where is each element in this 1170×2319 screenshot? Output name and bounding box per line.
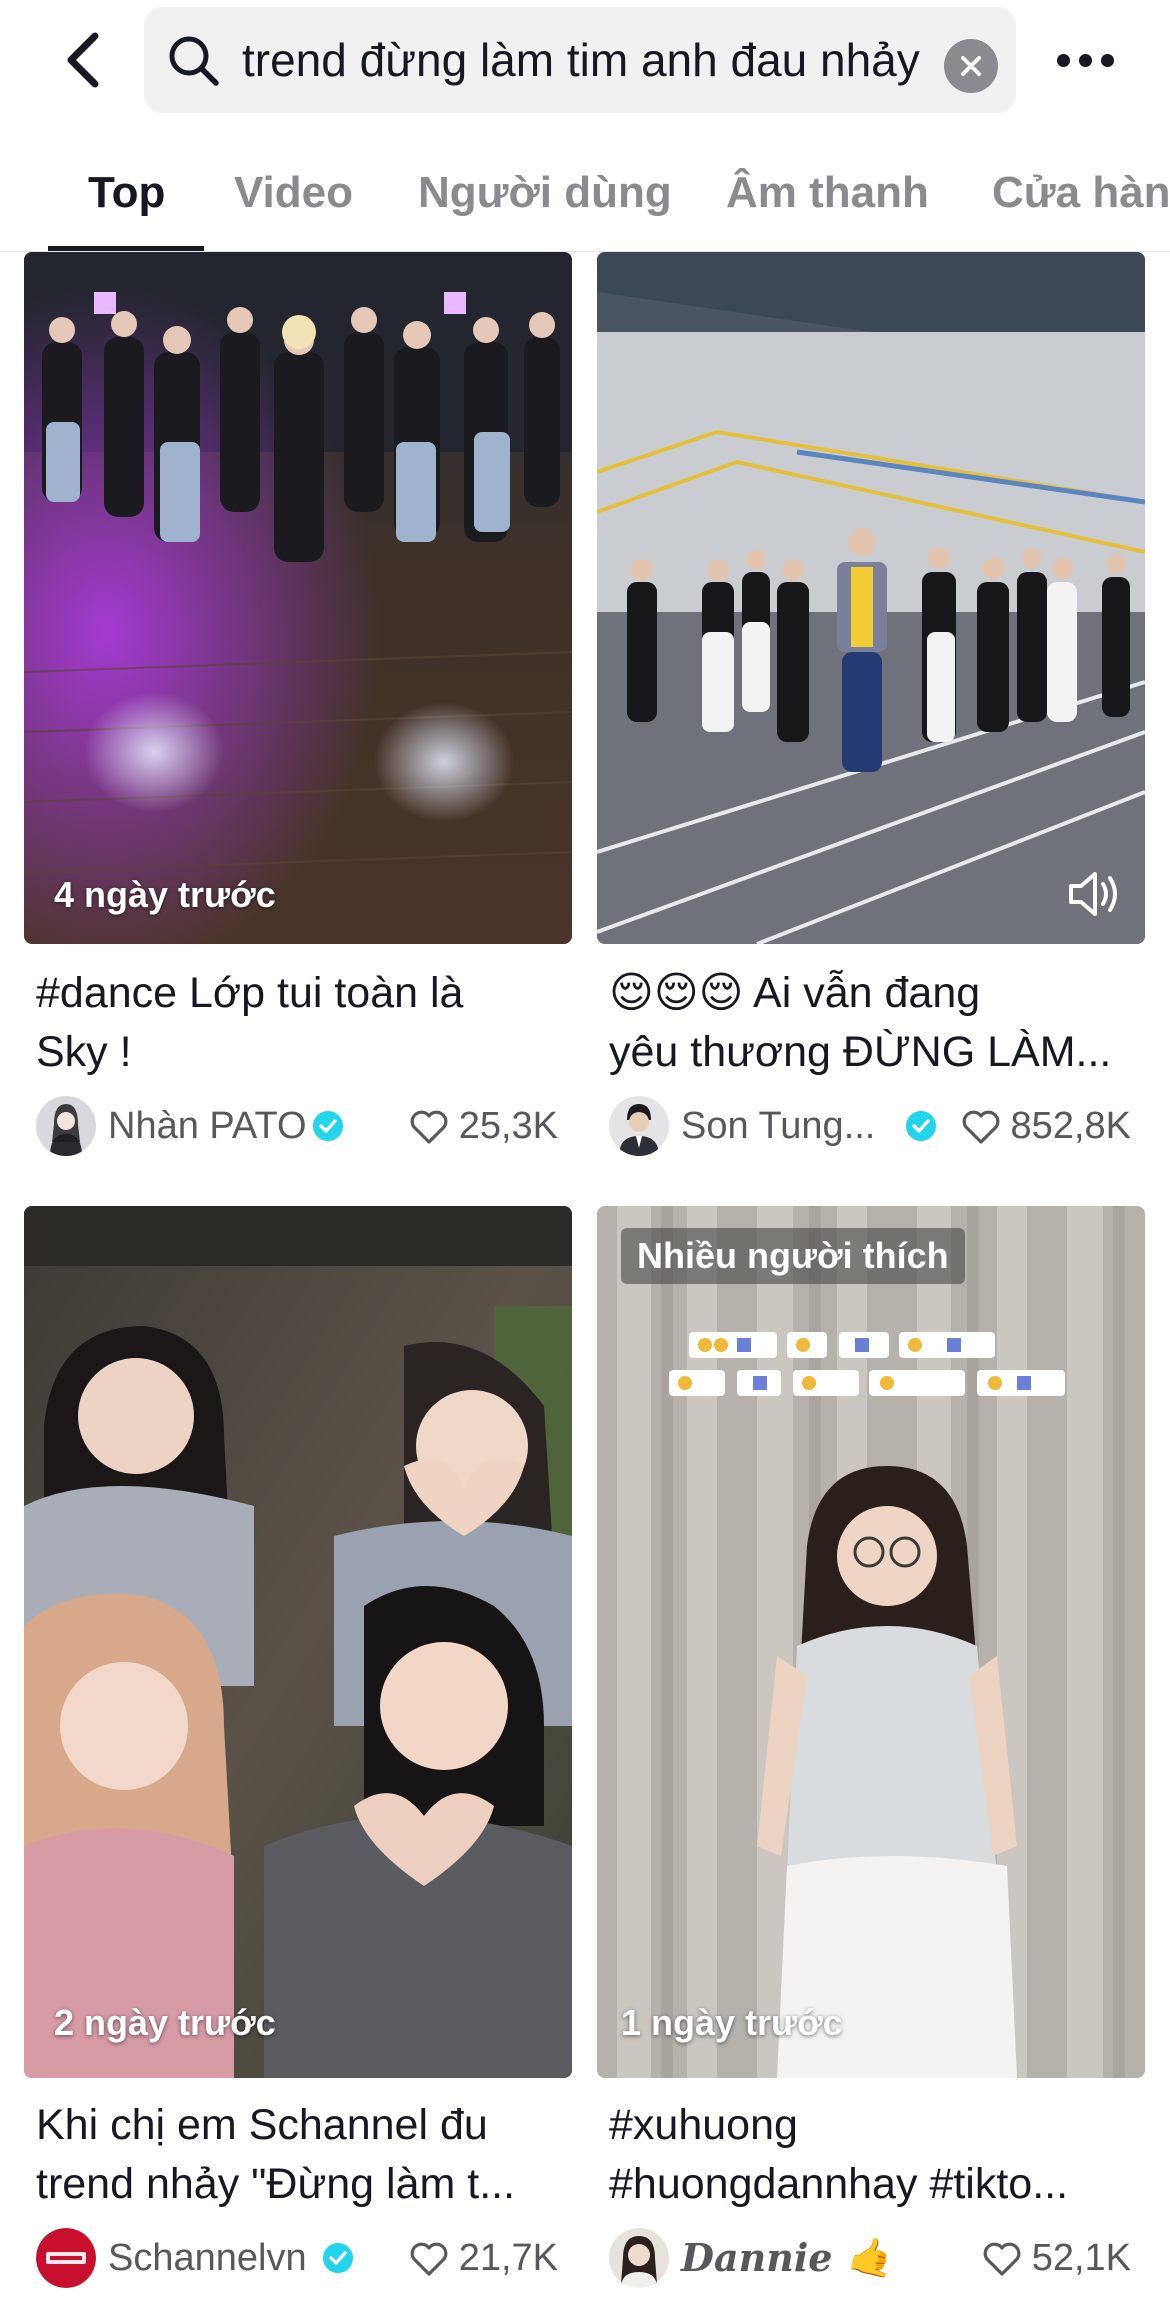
like-count: 25,3K (409, 1096, 558, 1156)
author-name[interactable]: Nhàn PATO (108, 1096, 307, 1156)
heart-icon (410, 2242, 448, 2276)
video-thumbnail[interactable]: Nhiều người thích 1 ngày trước (597, 1206, 1145, 2078)
tab-users[interactable]: Người dùng (418, 120, 672, 251)
video-caption[interactable]: #xuhuong #huongdannhay #tikto... (609, 2096, 1139, 2214)
verified-badge-icon (906, 1111, 936, 1141)
caption-line: Sky ! (36, 1028, 132, 1076)
posted-time-label: 4 ngày trước (54, 874, 276, 915)
avatar[interactable] (36, 2228, 96, 2288)
close-icon (961, 56, 981, 76)
back-button[interactable] (48, 22, 118, 98)
like-count-value: 21,7K (458, 2237, 558, 2279)
caption-line: trend nhảy "Đừng làm t... (36, 2160, 516, 2208)
search-tabs: Top Video Người dùng Âm thanh Cửa hàng (0, 120, 1170, 252)
header: trend đừng làm tim anh đau nhảy (0, 0, 1170, 120)
verified-badge-icon (313, 1111, 343, 1141)
clear-search-button[interactable] (944, 39, 998, 93)
dot-icon (1100, 53, 1114, 67)
stadium-track-image (597, 252, 1145, 944)
like-count-value: 852,8K (1010, 1105, 1131, 1147)
like-count: 21,7K (409, 2228, 558, 2288)
avatar[interactable] (36, 1096, 96, 1156)
dance-studio-image (24, 252, 572, 944)
chevron-left-icon (67, 32, 99, 88)
video-thumbnail[interactable] (597, 252, 1145, 944)
video-meta: Schannelvn 21,7K (36, 2228, 566, 2292)
video-caption[interactable]: #dance Lớp tui toàn là Sky ! (36, 964, 566, 1082)
search-box[interactable]: trend đừng làm tim anh đau nhảy (144, 7, 1016, 113)
caption-line: yêu thương ĐỪNG LÀM... (609, 1028, 1112, 1076)
author-name[interactable]: 𝑫𝒂𝒏𝒏𝒊𝒆 🤙 (681, 2228, 893, 2288)
like-count-value: 52,1K (1031, 2237, 1131, 2279)
posted-time-label: 1 ngày trước (621, 2002, 843, 2043)
video-card[interactable]: 😌😌😌 Ai vẫn đang yêu thương ĐỪNG LÀM... S… (597, 252, 1145, 1172)
caption-line: Khi chị em Schannel đu (36, 2101, 488, 2149)
heart-icon (410, 1110, 448, 1144)
group-photo-image (24, 1206, 572, 2078)
caption-line: #xuhuong (609, 2101, 798, 2149)
like-count-value: 25,3K (458, 1105, 558, 1147)
video-meta: 𝑫𝒂𝒏𝒏𝒊𝒆 🤙 52,1K (609, 2228, 1139, 2292)
curtain-dance-image (597, 1206, 1145, 2078)
video-meta: Son Tung... 852,8K (609, 1096, 1139, 1160)
caption-line: #huongdannhay #tikto... (609, 2160, 1069, 2208)
verified-badge-icon (323, 2243, 353, 2273)
avatar[interactable] (609, 2228, 669, 2288)
video-card[interactable]: 4 ngày trước #dance Lớp tui toàn là Sky … (24, 252, 572, 1172)
avatar-image (609, 2228, 669, 2288)
posted-time-label: 2 ngày trước (54, 2002, 276, 2043)
caption-line: #dance Lớp tui toàn là (36, 969, 464, 1017)
video-meta: Nhàn PATO 25,3K (36, 1096, 566, 1160)
popular-badge: Nhiều người thích (621, 1228, 965, 1284)
search-input[interactable]: trend đừng làm tim anh đau nhảy (242, 7, 942, 113)
avatar[interactable] (609, 1096, 669, 1156)
sound-on-icon[interactable] (1065, 868, 1123, 920)
avatar-image (36, 1096, 96, 1156)
tab-top[interactable]: Top (88, 120, 165, 251)
schannel-logo-avatar (36, 2228, 96, 2288)
like-count: 852,8K (961, 1096, 1131, 1156)
author-name[interactable]: Schannelvn (108, 2228, 307, 2288)
video-caption[interactable]: Khi chị em Schannel đu trend nhảy "Đừng … (36, 2096, 566, 2214)
video-thumbnail[interactable]: 4 ngày trước (24, 252, 572, 944)
search-icon (169, 36, 219, 86)
tab-video[interactable]: Video (234, 120, 353, 251)
heart-icon (962, 1110, 999, 1144)
video-caption[interactable]: 😌😌😌 Ai vẫn đang yêu thương ĐỪNG LÀM... (609, 964, 1139, 1082)
video-thumbnail[interactable]: 2 ngày trước (24, 1206, 572, 2078)
heart-icon (983, 2242, 1021, 2276)
dot-icon (1078, 53, 1092, 67)
avatar-image (609, 1096, 669, 1156)
tab-sounds[interactable]: Âm thanh (726, 120, 929, 251)
dot-icon (1056, 53, 1070, 67)
author-name[interactable]: Son Tung... (681, 1096, 875, 1156)
tab-shop[interactable]: Cửa hàng (992, 120, 1170, 251)
caption-line: 😌😌😌 Ai vẫn đang (609, 969, 981, 1017)
video-card[interactable]: 2 ngày trước Khi chị em Schannel đu tren… (24, 1206, 572, 2319)
video-card[interactable]: Nhiều người thích 1 ngày trước #xuhuong … (597, 1206, 1145, 2319)
like-count: 52,1K (982, 2228, 1131, 2288)
more-options-button[interactable] (1052, 32, 1118, 88)
